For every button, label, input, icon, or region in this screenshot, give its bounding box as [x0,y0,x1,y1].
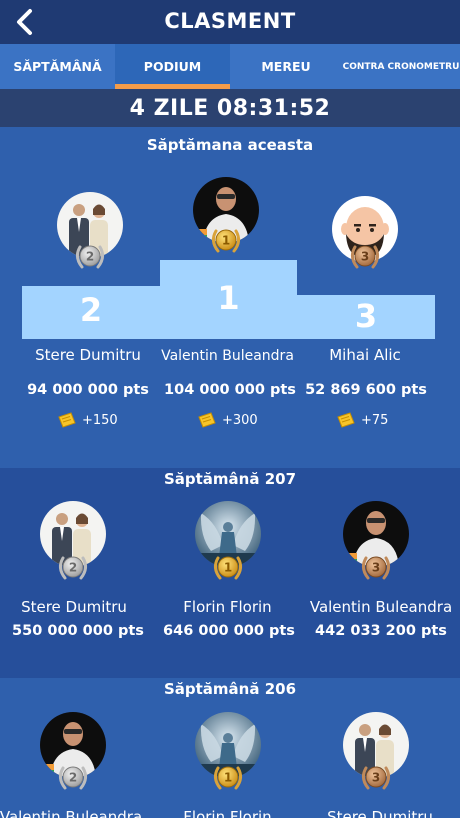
player-name: Stere Dumitru [21,598,127,616]
bonus-reward: +300 [197,412,258,428]
bonus-reward: +75 [336,412,388,428]
bronze-medal-icon [358,758,394,794]
bonus-reward: +150 [57,412,118,428]
top-bar: CLASMENT [0,0,460,44]
player-name: Valentin Buleandra [161,348,294,364]
section-title: Săptămână 206 [163,680,297,698]
silver-medal-icon [55,548,91,584]
player-points: 94 000 000 pts [27,382,149,398]
bonus-amount: +150 [82,412,118,428]
player-name: Florin Florin [183,598,272,616]
gold-medal-icon [208,221,244,257]
player-points: 646 000 000 pts [163,623,295,639]
ticket-icon [57,412,77,428]
player-name: Stere Dumitru [327,808,433,818]
player-name: Florin Florin [183,808,272,818]
player-name: Valentin Buleandra [309,598,453,616]
tab-saptamana[interactable]: SĂPTĂMÂNĂ [0,44,115,89]
tab-bar: SĂPTĂMÂNĂ PODIUM MEREU CONTRA CRONOMETRU [0,44,460,89]
ticket-icon [336,412,356,428]
silver-medal-icon [55,758,91,794]
current-week-podium: Săptămana aceasta 2 1 3 Stere Dumitru Va… [0,127,460,468]
player-points: 442 033 200 pts [315,623,447,639]
bonus-amount: +75 [361,412,389,428]
player-name: Stere Dumitru [35,346,141,364]
countdown-timer: 4 ZILE 08:31:52 [0,89,460,127]
page-title: CLASMENT [164,9,296,33]
player-name: Mihai Alic [329,346,401,364]
bronze-medal-icon [347,237,383,273]
section-title: Săptămână 207 [163,470,297,488]
tab-contra-cronometru[interactable]: CONTRA CRONOMETRU [342,44,460,89]
player-points: 104 000 000 pts [164,382,296,398]
podium-number: 3 [354,297,378,335]
tab-podium[interactable]: PODIUM [115,44,230,89]
gold-medal-icon [210,758,246,794]
podium-number: 2 [79,291,103,329]
ticket-icon [197,412,217,428]
silver-medal-icon [72,237,108,273]
week-206-podium: Săptămână 206 Valentin Buleandra Florin … [0,678,460,818]
player-points: 52 869 600 pts [305,382,427,398]
bonus-amount: +300 [222,412,258,428]
week-207-podium: Săptămână 207 Stere Dumitru Florin Flori… [0,468,460,678]
section-title: Săptămana aceasta [146,136,314,154]
tab-mereu[interactable]: MEREU [230,44,342,89]
bronze-medal-icon [358,548,394,584]
player-points: 550 000 000 pts [12,623,144,639]
player-name: Valentin Buleandra [0,808,143,818]
gold-medal-icon [210,548,246,584]
podium-number: 1 [217,279,240,317]
